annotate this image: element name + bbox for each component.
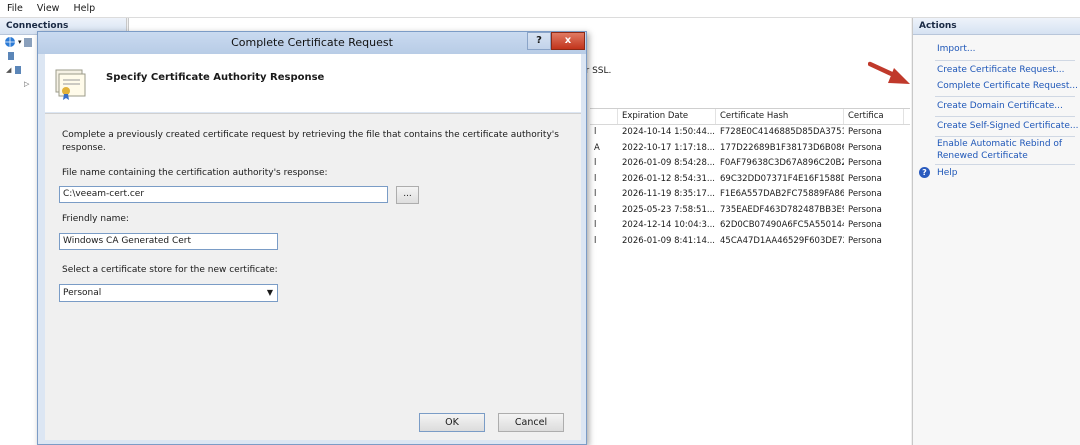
cell-name: l <box>594 158 597 168</box>
dialog-help-button[interactable]: ? <box>527 32 551 50</box>
cell-name: l <box>594 204 597 215</box>
column-header-name[interactable] <box>590 109 618 124</box>
cell-expiration: 2026-11-19 8:35:17... <box>622 189 715 199</box>
separator <box>935 136 1075 137</box>
dialog-banner <box>45 54 581 112</box>
create-domain-certificate-action[interactable]: Create Domain Certificate... <box>937 101 1063 111</box>
create-certificate-request-action[interactable]: Create Certificate Request... <box>937 65 1065 75</box>
browse-button[interactable]: ... <box>396 186 419 204</box>
cancel-button[interactable]: Cancel <box>498 413 564 432</box>
cell-name: l <box>594 189 597 199</box>
cell-expiration: 2026-01-09 8:41:14... <box>622 235 715 246</box>
table-row[interactable]: l 2026-01-12 8:54:31... 69C32DD07371F4E16F… <box>590 172 910 188</box>
enable-automatic-rebind-action-line2[interactable]: Renewed Certificate <box>937 151 1028 161</box>
cell-hash: 735EAEDF463D782487BB3E9B... <box>720 204 844 215</box>
server-icon <box>15 66 22 74</box>
table-row[interactable]: l 2024-10-14 1:50:44... F728E0C4146885D85D… <box>590 125 910 141</box>
cell-store: Persona <box>848 142 882 153</box>
cell-store: Persona <box>848 158 882 168</box>
cell-name: l <box>594 173 597 184</box>
table-row[interactable]: l 2026-11-19 8:35:17... F1E6A557DAB2FC7588… <box>590 187 910 203</box>
menu-view[interactable]: View <box>30 0 67 17</box>
certificate-store-value: Personal <box>63 288 102 298</box>
column-header-hash[interactable]: Certificate Hash <box>716 109 844 124</box>
table-header: Expiration Date Certificate Hash Certifi… <box>590 109 910 125</box>
certificate-store-select[interactable]: Personal ▼ <box>59 284 278 302</box>
server-icon <box>8 52 14 60</box>
dialog-heading: Specify Certificate Authority Response <box>106 72 325 83</box>
cell-name: l <box>594 127 597 137</box>
help-icon: ? <box>919 167 930 178</box>
intro-text-line1: Complete a previously created certificat… <box>62 130 559 140</box>
cell-name: l <box>594 235 597 246</box>
table-body: l 2024-10-14 1:50:44... F728E0C4146885D85D… <box>590 125 910 249</box>
cell-store: Persona <box>848 235 882 246</box>
cell-expiration: 2022-10-17 1:17:18... <box>622 142 715 153</box>
dialog-body: Complete a previously created certificat… <box>45 113 581 440</box>
table-row[interactable]: A 2022-10-17 1:17:18... 177D22689B1F38173D… <box>590 141 910 157</box>
collapse-icon[interactable]: ◢ <box>6 66 11 74</box>
menu-bar: File View Help <box>0 0 1080 18</box>
help-action[interactable]: Help <box>937 168 958 178</box>
cell-hash: 69C32DD07371F4E16F1588D97... <box>720 173 844 184</box>
cell-hash: 45CA47D1AA46529F603DE728... <box>720 235 844 246</box>
table-row[interactable]: l 2024-12-14 10:04:3... 62D0CB07490A6FC5A5… <box>590 218 910 234</box>
column-header-store[interactable]: Certifica <box>844 109 904 124</box>
complete-certificate-request-dialog: Complete Certificate Request ? x Specify… <box>37 31 587 445</box>
dialog-close-button[interactable]: x <box>551 32 585 50</box>
cell-expiration: 2025-05-23 7:58:51... <box>622 204 715 215</box>
arrow-icon <box>868 61 910 84</box>
friendly-name-input[interactable]: Windows CA Generated Cert <box>59 233 278 250</box>
certificates-table: Expiration Date Certificate Hash Certifi… <box>590 108 910 249</box>
complete-certificate-request-action[interactable]: Complete Certificate Request... <box>937 81 1078 91</box>
cell-expiration: 2026-01-09 8:54:28... <box>622 158 715 168</box>
chevron-down-icon: ▼ <box>266 288 273 297</box>
menu-help[interactable]: Help <box>66 0 102 17</box>
cell-hash: 177D22689B1F38173D6B0863F... <box>720 142 844 153</box>
globe-icon[interactable] <box>4 36 16 48</box>
cell-expiration: 2026-01-12 8:54:31... <box>622 173 715 184</box>
separator <box>935 96 1075 97</box>
intro-text-line2: response. <box>62 143 106 153</box>
column-header-expiration[interactable]: Expiration Date <box>618 109 716 124</box>
cell-name: l <box>594 220 597 230</box>
separator <box>935 164 1075 165</box>
cell-name: A <box>594 142 600 153</box>
dropdown-icon[interactable]: ▾ <box>18 38 22 46</box>
table-row[interactable]: l 2026-01-09 8:54:28... F0AF79638C3D67A896… <box>590 156 910 172</box>
cell-store: Persona <box>848 204 882 215</box>
cell-store: Persona <box>848 173 882 184</box>
cell-expiration: 2024-10-14 1:50:44... <box>622 127 715 137</box>
cell-hash: F0AF79638C3D67A896C20B25... <box>720 158 844 168</box>
dialog-title: Complete Certificate Request <box>231 36 393 49</box>
certificate-icon <box>55 69 86 100</box>
cell-hash: 62D0CB07490A6FC5A550144... <box>720 220 844 230</box>
cell-hash: F1E6A557DAB2FC75889FA864... <box>720 189 844 199</box>
menu-file[interactable]: File <box>0 0 30 17</box>
separator <box>935 116 1075 117</box>
certificate-store-label: Select a certificate store for the new c… <box>62 265 278 275</box>
file-name-input[interactable]: C:\veeam-cert.cer <box>59 186 388 203</box>
import-action[interactable]: Import... <box>937 44 975 54</box>
file-name-label: File name containing the certification a… <box>62 168 328 178</box>
cell-hash: F728E0C4146885D85DA3751F7... <box>720 127 844 137</box>
save-icon[interactable] <box>23 37 32 47</box>
friendly-name-label: Friendly name: <box>62 214 129 224</box>
enable-automatic-rebind-action[interactable]: Enable Automatic Rebind of <box>937 139 1062 149</box>
cell-store: Persona <box>848 220 882 230</box>
table-row[interactable]: l 2026-01-09 8:41:14... 45CA47D1AA46529F60… <box>590 234 910 250</box>
actions-header: Actions <box>913 18 1080 35</box>
cell-store: Persona <box>848 189 882 199</box>
expand-icon[interactable]: ▷ <box>24 80 29 88</box>
create-self-signed-certificate-action[interactable]: Create Self-Signed Certificate... <box>937 121 1079 131</box>
ok-button[interactable]: OK <box>419 413 485 432</box>
separator <box>935 60 1075 61</box>
actions-panel: Actions Import... Create Certificate Req… <box>912 18 1080 445</box>
table-row[interactable]: l 2025-05-23 7:58:51... 735EAEDF463D782487… <box>590 203 910 219</box>
cell-expiration: 2024-12-14 10:04:3... <box>622 220 715 230</box>
cell-store: Persona <box>848 127 882 137</box>
